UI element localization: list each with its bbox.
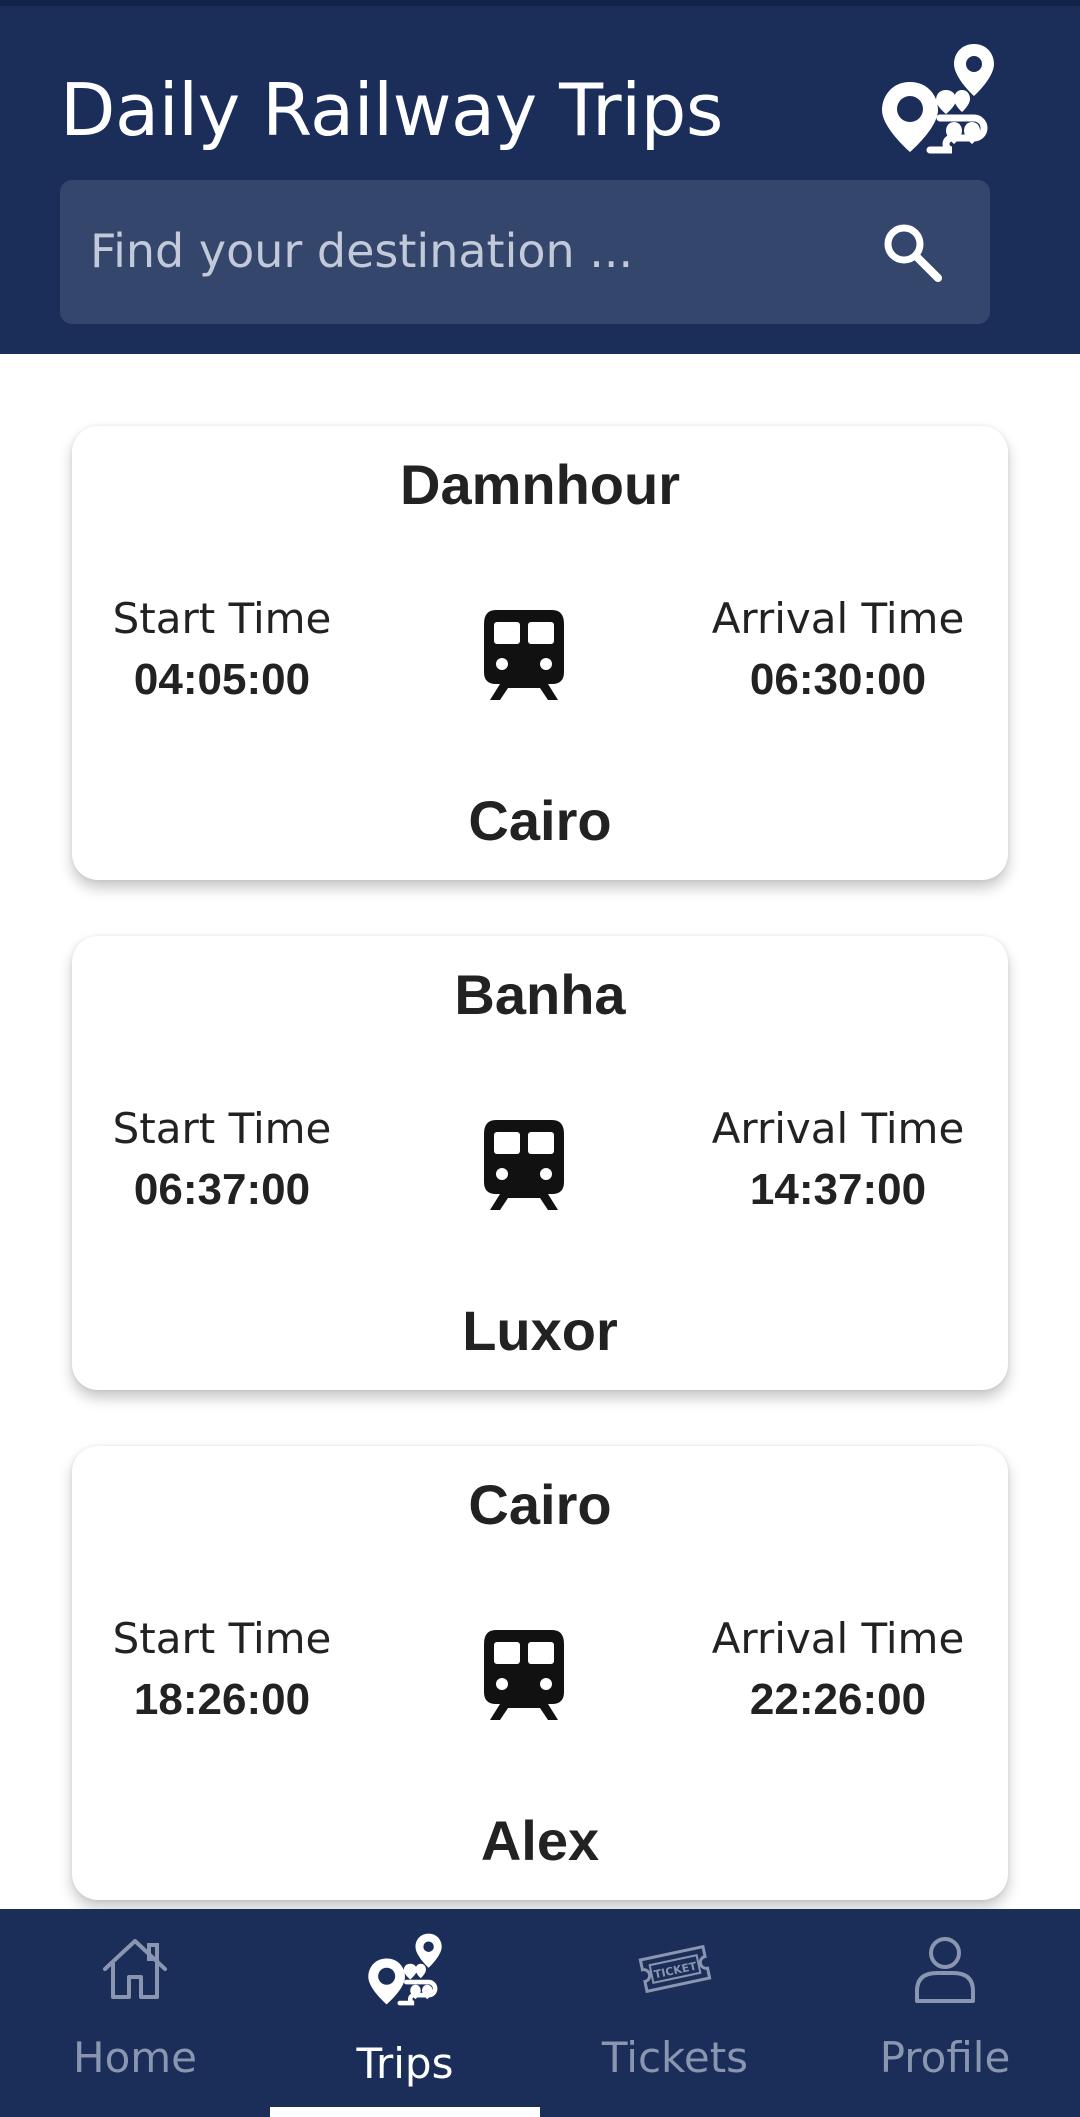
trip-origin: Cairo (468, 1473, 612, 1536)
trip-origin: Damnhour (400, 453, 680, 516)
home-icon (103, 1939, 167, 1999)
page-title: Daily Railway Trips (60, 68, 723, 152)
trip-card[interactable]: Banha Start Time 06:37:00 Arrival Time 1… (72, 936, 1008, 1390)
train-icon (482, 606, 566, 702)
trip-destination: Cairo (468, 789, 612, 852)
nav-label-profile: Profile (879, 2033, 1011, 2082)
bottom-navigation: Home Trips TICKET Tickets Profile (0, 1909, 1080, 2117)
arrival-time-label: Arrival Time (711, 594, 965, 643)
start-time-value: 06:37:00 (133, 1165, 311, 1214)
nav-item-tickets[interactable]: TICKET Tickets (540, 1909, 810, 2117)
user-icon (915, 1937, 975, 2003)
route-map-pin-icon (367, 1931, 443, 2007)
app-header: Daily Railway Trips Find your destinatio… (0, 0, 1080, 354)
arrival-time-label: Arrival Time (711, 1614, 965, 1663)
active-tab-indicator (270, 2107, 540, 2117)
start-time-label: Start Time (112, 1104, 332, 1153)
start-time-value: 04:05:00 (133, 655, 311, 704)
nav-label-home: Home (72, 2033, 198, 2082)
arrival-time-block: Arrival Time 22:26:00 (688, 1614, 988, 1725)
nav-item-trips[interactable]: Trips (270, 1909, 540, 2117)
arrival-time-value: 06:30:00 (749, 655, 927, 704)
nav-label-trips: Trips (356, 2039, 454, 2088)
start-time-value: 18:26:00 (133, 1675, 311, 1724)
search-placeholder: Find your destination ... (90, 224, 634, 278)
nav-item-profile[interactable]: Profile (810, 1909, 1080, 2117)
trip-card[interactable]: Damnhour Start Time 04:05:00 Arrival Tim… (72, 426, 1008, 880)
trip-origin: Banha (454, 963, 626, 1026)
start-time-block: Start Time 04:05:00 (72, 594, 372, 705)
arrival-time-block: Arrival Time 06:30:00 (688, 594, 988, 705)
trip-card[interactable]: Cairo Start Time 18:26:00 Arrival Time 2… (72, 1446, 1008, 1900)
search-input[interactable]: Find your destination ... (60, 180, 990, 324)
nav-label-tickets: Tickets (601, 2033, 749, 2082)
start-time-label: Start Time (112, 1614, 332, 1663)
train-icon (482, 1116, 566, 1212)
search-icon[interactable] (880, 220, 944, 284)
trip-destination: Luxor (462, 1299, 618, 1362)
arrival-time-label: Arrival Time (711, 1104, 965, 1153)
arrival-time-block: Arrival Time 14:37:00 (688, 1104, 988, 1215)
train-icon (482, 1626, 566, 1722)
start-time-label: Start Time (112, 594, 332, 643)
route-map-pin-icon (880, 42, 996, 154)
trip-destination: Alex (480, 1809, 600, 1872)
arrival-time-value: 14:37:00 (749, 1165, 927, 1214)
trip-list[interactable]: Damnhour Start Time 04:05:00 Arrival Tim… (0, 354, 1080, 1909)
arrival-time-value: 22:26:00 (749, 1675, 927, 1724)
start-time-block: Start Time 06:37:00 (72, 1104, 372, 1215)
start-time-block: Start Time 18:26:00 (72, 1614, 372, 1725)
nav-item-home[interactable]: Home (0, 1909, 270, 2117)
ticket-icon: TICKET (638, 1944, 712, 1994)
